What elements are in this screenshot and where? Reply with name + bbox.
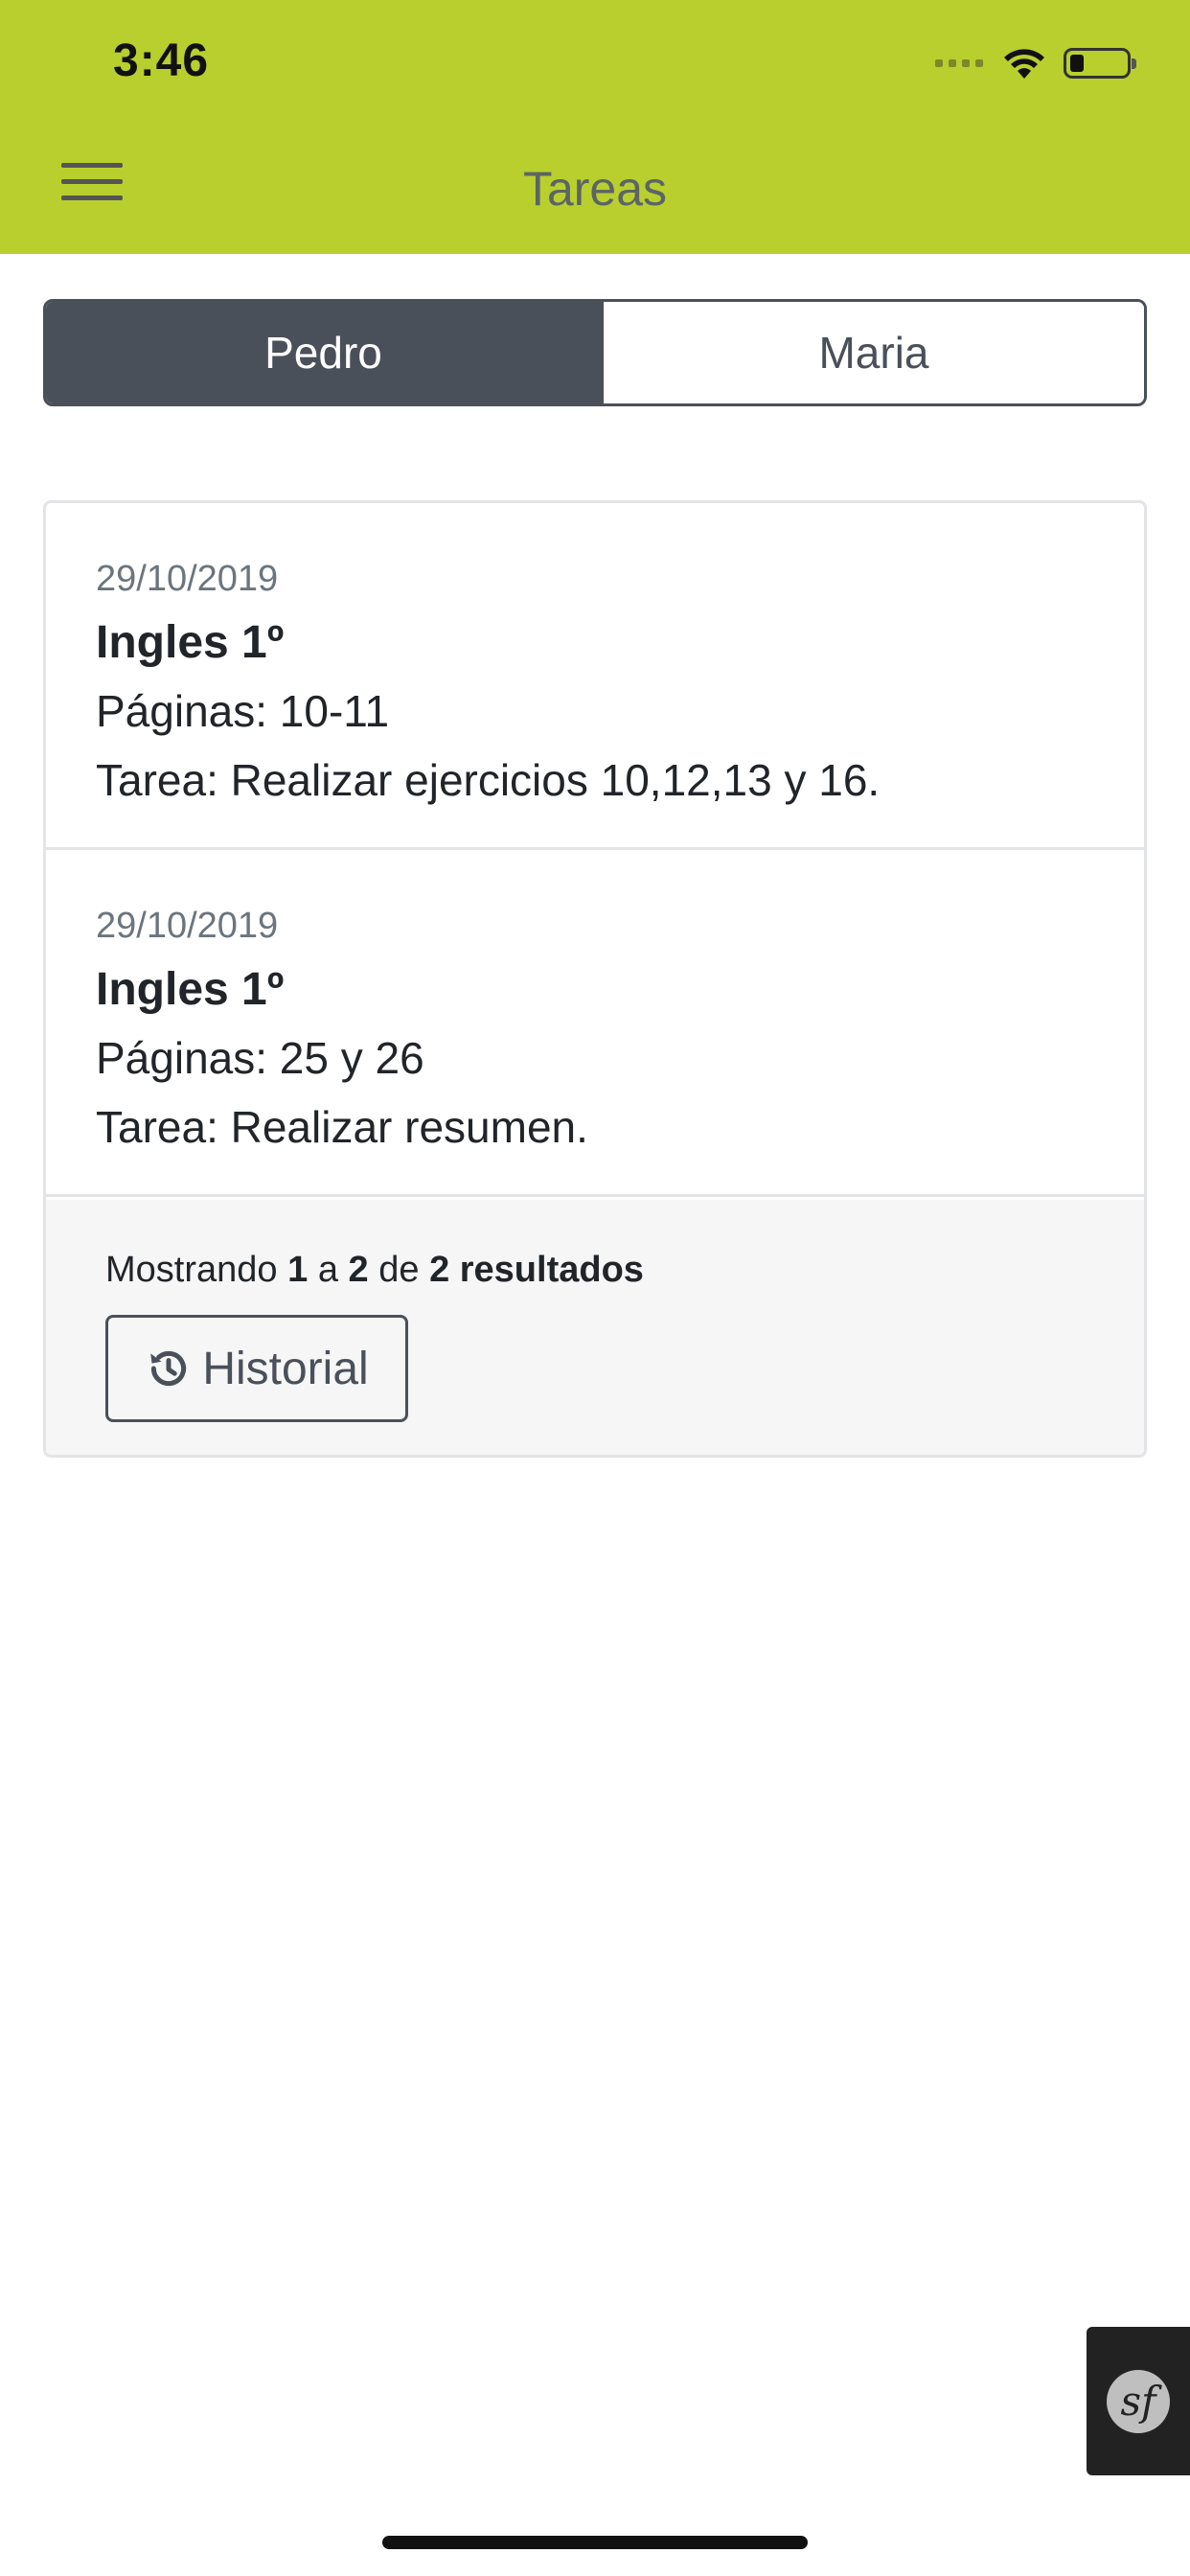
page-title: Tareas bbox=[522, 162, 668, 216]
symfony-toolbar-toggle[interactable]: sf bbox=[1087, 2327, 1190, 2475]
task-item[interactable]: 29/10/2019 Ingles 1º Páginas: 25 y 26 Ta… bbox=[46, 850, 1144, 1197]
history-button[interactable]: Historial bbox=[105, 1315, 408, 1422]
task-subject: Ingles 1º bbox=[96, 964, 285, 1015]
student-tabs: Pedro Maria bbox=[43, 299, 1147, 406]
battery-icon bbox=[1064, 48, 1136, 79]
tasks-card: 29/10/2019 Ingles 1º Páginas: 10-11 Tare… bbox=[43, 500, 1147, 1458]
wifi-icon bbox=[1004, 49, 1044, 79]
tab-pedro[interactable]: Pedro bbox=[46, 302, 601, 403]
task-date: 29/10/2019 bbox=[96, 906, 279, 946]
symfony-icon: sf bbox=[1107, 2369, 1170, 2433]
history-button-label: Historial bbox=[202, 1343, 369, 1394]
task-subject: Ingles 1º bbox=[96, 617, 285, 668]
status-time: 3:46 bbox=[113, 35, 210, 86]
task-item[interactable]: 29/10/2019 Ingles 1º Páginas: 10-11 Tare… bbox=[46, 503, 1144, 850]
signal-icon bbox=[935, 59, 983, 67]
task-pages: Páginas: 25 y 26 bbox=[96, 1033, 424, 1083]
task-pages: Páginas: 10-11 bbox=[96, 686, 390, 736]
app-header: 3:46 Tareas bbox=[0, 0, 1190, 254]
task-description: Tarea: Realizar ejercicios 10,12,13 y 16… bbox=[96, 755, 881, 805]
task-description: Tarea: Realizar resumen. bbox=[96, 1102, 588, 1152]
status-indicators bbox=[935, 42, 1136, 84]
history-icon bbox=[150, 1350, 187, 1387]
task-date: 29/10/2019 bbox=[96, 559, 279, 599]
tab-maria[interactable]: Maria bbox=[601, 302, 1144, 403]
card-footer: Mostrando 1 a 2 de 2 resultados Historia… bbox=[46, 1200, 1144, 1455]
results-summary: Mostrando 1 a 2 de 2 resultados bbox=[105, 1250, 644, 1290]
home-indicator[interactable] bbox=[382, 2536, 808, 2549]
